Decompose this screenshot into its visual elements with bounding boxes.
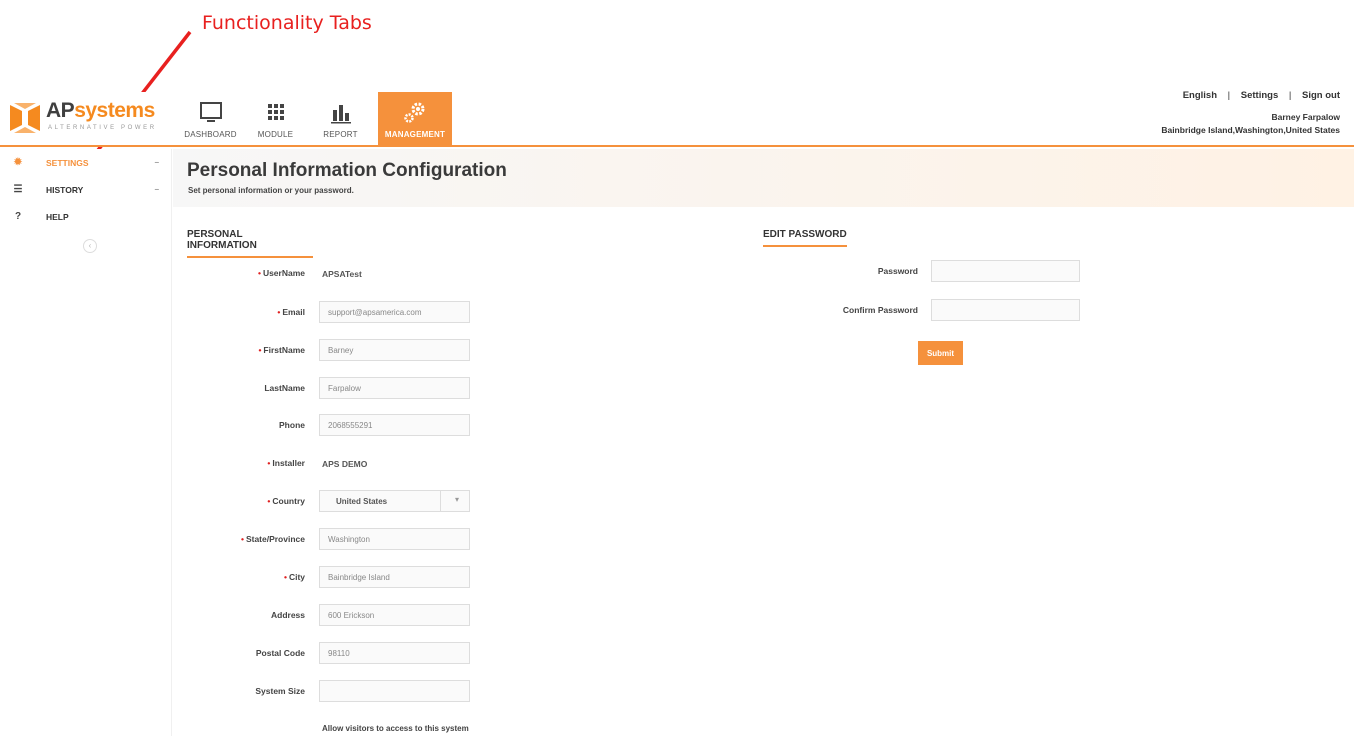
country-selected-value: United States <box>336 497 388 506</box>
separator: | <box>1227 90 1231 101</box>
phone-label: Phone <box>279 420 305 430</box>
city-field[interactable] <box>319 566 470 588</box>
tab-label: DASHBOARD <box>184 130 237 139</box>
gear-icon: ✹ <box>13 157 23 168</box>
signout-link[interactable]: Sign out <box>1302 90 1340 101</box>
state-field[interactable] <box>319 528 470 550</box>
lastname-field[interactable] <box>319 377 470 399</box>
phone-row: Phone <box>0 414 305 436</box>
country-row: • Country <box>0 490 305 512</box>
top-links: English | Settings | Sign out <box>1161 90 1340 101</box>
bar-chart-icon <box>330 105 351 124</box>
apsystems-logo[interactable]: APsystems ALTERNATIVE POWER <box>8 98 158 138</box>
postal-field[interactable] <box>319 642 470 664</box>
tab-module[interactable]: MODULE <box>248 92 303 145</box>
password-field[interactable] <box>931 260 1080 282</box>
chevron-down-icon: ▾ <box>454 495 459 504</box>
sidebar-item-help[interactable]: ? HELP <box>0 203 171 230</box>
city-row: • City <box>0 566 305 588</box>
separator: | <box>1288 90 1292 101</box>
firstname-label: • FirstName <box>258 345 305 355</box>
lastname-row: LastName <box>0 377 305 399</box>
address-row: Address <box>0 604 305 626</box>
state-label: • State/Province <box>240 534 305 544</box>
gears-icon <box>404 102 425 123</box>
phone-field[interactable] <box>319 414 470 436</box>
password-row: Password <box>0 260 918 282</box>
monitor-icon <box>199 102 222 122</box>
state-row: • State/Province <box>0 528 305 550</box>
logo-mark-icon <box>10 103 40 133</box>
tab-label: REPORT <box>323 130 358 139</box>
annotation-label: Functionality Tabs <box>202 12 372 34</box>
logo-wordmark: APsystems <box>46 99 155 122</box>
tab-label: MODULE <box>257 130 294 139</box>
password-label: Password <box>877 266 918 276</box>
user-location: Bainbridge Island,Washington,United Stat… <box>1161 125 1340 135</box>
language-link[interactable]: English <box>1183 90 1217 101</box>
logo-tagline: ALTERNATIVE POWER <box>48 125 157 131</box>
submit-button[interactable]: Submit <box>918 341 963 365</box>
sidebar-item-settings[interactable]: ✹ SETTINGS − <box>0 149 171 176</box>
grid-icon <box>267 104 284 120</box>
app-header: APsystems ALTERNATIVE POWER DASHBOARD MO… <box>0 90 1354 147</box>
page-title: Personal Information Configuration <box>187 160 507 181</box>
sidebar-item-label: HELP <box>46 211 69 222</box>
address-field[interactable] <box>319 604 470 626</box>
user-name: Barney Farpalow <box>1271 112 1341 122</box>
confirm-password-field[interactable] <box>931 299 1080 321</box>
tab-dashboard[interactable]: DASHBOARD <box>183 92 238 145</box>
tab-report[interactable]: REPORT <box>313 92 368 145</box>
system-size-label: System Size <box>255 686 305 696</box>
country-label: • Country <box>267 496 305 506</box>
collapse-caret-icon[interactable]: − <box>154 158 159 167</box>
firstname-field[interactable] <box>319 339 470 361</box>
sidebar-item-label: HISTORY <box>46 184 84 195</box>
sidebar-item-history[interactable]: ☰ HISTORY − <box>0 176 171 203</box>
firstname-row: • FirstName <box>0 339 305 361</box>
system-size-field[interactable] <box>319 680 470 702</box>
personal-info-heading: PERSONAL INFORMATION <box>187 229 313 258</box>
lastname-label: LastName <box>264 383 305 393</box>
page-header: Personal Information Configuration Set p… <box>173 149 1354 207</box>
installer-value: APS DEMO <box>322 459 368 469</box>
page-subtitle: Set personal information or your passwor… <box>188 186 354 195</box>
settings-link[interactable]: Settings <box>1241 90 1278 101</box>
city-label: • City <box>283 572 305 582</box>
tab-label: MANAGEMENT <box>384 130 446 139</box>
tab-management[interactable]: MANAGEMENT <box>378 92 452 145</box>
confirm-password-label: Confirm Password <box>842 305 918 315</box>
sidebar-item-label: SETTINGS <box>46 157 89 168</box>
allow-visitors-label[interactable]: Allow visitors to access to this system <box>322 724 469 733</box>
postal-row: Postal Code <box>0 642 305 664</box>
system-size-row: System Size <box>0 680 305 702</box>
collapse-caret-icon[interactable]: − <box>154 185 159 194</box>
country-select[interactable]: United States ▾ <box>319 490 470 512</box>
installer-label: • Installer <box>267 458 305 468</box>
address-label: Address <box>270 610 305 620</box>
question-icon: ? <box>14 211 22 222</box>
installer-row: • Installer <box>0 452 305 474</box>
select-divider <box>440 491 441 511</box>
confirm-password-row: Confirm Password <box>0 299 918 321</box>
account-area: English | Settings | Sign out Barney Far… <box>1161 90 1340 137</box>
database-icon: ☰ <box>13 184 23 195</box>
main-nav: DASHBOARD MODULE REPORT MANAGEMENT <box>183 92 462 145</box>
sidebar-collapse-button[interactable]: ‹ <box>83 239 97 253</box>
postal-label: Postal Code <box>255 648 305 658</box>
edit-password-heading: EDIT PASSWORD <box>763 229 847 247</box>
